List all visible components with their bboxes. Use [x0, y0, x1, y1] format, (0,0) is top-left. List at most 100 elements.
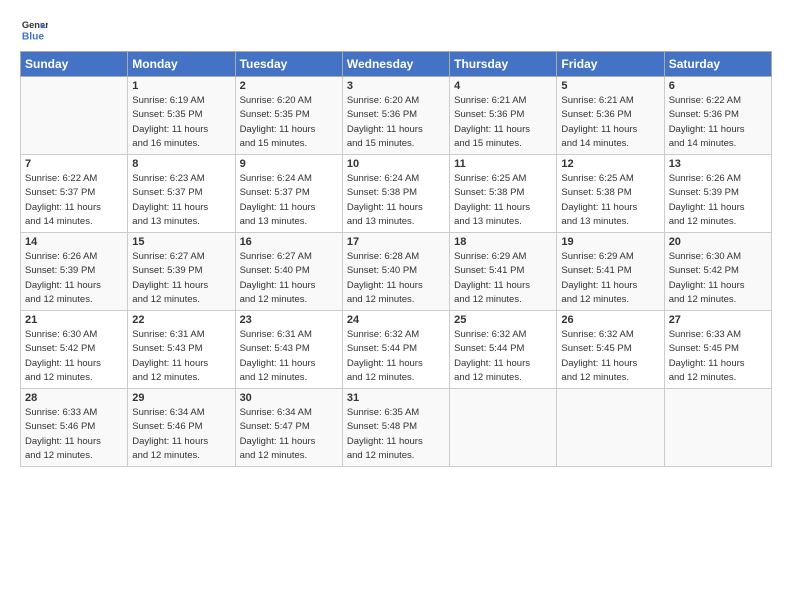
day-info: Sunrise: 6:24 AM Sunset: 5:38 PM Dayligh… — [347, 172, 445, 229]
day-number: 13 — [669, 158, 767, 170]
day-info: Sunrise: 6:23 AM Sunset: 5:37 PM Dayligh… — [132, 172, 230, 229]
header: General Blue — [20, 15, 772, 43]
day-number: 7 — [25, 158, 123, 170]
calendar-cell — [557, 389, 664, 467]
calendar-cell: 21 Sunrise: 6:30 AM Sunset: 5:42 PM Dayli… — [21, 311, 128, 389]
calendar-cell — [664, 389, 771, 467]
day-number: 24 — [347, 314, 445, 326]
day-header: Sunday — [21, 52, 128, 77]
day-info: Sunrise: 6:20 AM Sunset: 5:35 PM Dayligh… — [240, 94, 338, 151]
day-number: 9 — [240, 158, 338, 170]
page: General Blue SundayMondayTuesdayWednesda… — [0, 0, 792, 612]
day-info: Sunrise: 6:20 AM Sunset: 5:36 PM Dayligh… — [347, 94, 445, 151]
day-info: Sunrise: 6:22 AM Sunset: 5:36 PM Dayligh… — [669, 94, 767, 151]
day-number: 26 — [561, 314, 659, 326]
day-header: Wednesday — [342, 52, 449, 77]
day-number: 22 — [132, 314, 230, 326]
calendar-week-row: 7 Sunrise: 6:22 AM Sunset: 5:37 PM Daylig… — [21, 155, 772, 233]
day-info: Sunrise: 6:34 AM Sunset: 5:47 PM Dayligh… — [240, 406, 338, 463]
calendar-cell — [21, 77, 128, 155]
day-info: Sunrise: 6:30 AM Sunset: 5:42 PM Dayligh… — [669, 250, 767, 307]
day-header: Saturday — [664, 52, 771, 77]
day-number: 18 — [454, 236, 552, 248]
logo: General Blue — [20, 15, 51, 43]
day-number: 30 — [240, 392, 338, 404]
calendar-table: SundayMondayTuesdayWednesdayThursdayFrid… — [20, 51, 772, 467]
calendar-cell: 27 Sunrise: 6:33 AM Sunset: 5:45 PM Dayli… — [664, 311, 771, 389]
calendar-cell: 18Sunrise: 6:29 AM Sunset: 5:41 PM Dayli… — [450, 233, 557, 311]
day-info: Sunrise: 6:30 AM Sunset: 5:42 PM Dayligh… — [25, 328, 123, 385]
day-number: 31 — [347, 392, 445, 404]
calendar-cell: 16Sunrise: 6:27 AM Sunset: 5:40 PM Dayli… — [235, 233, 342, 311]
day-number: 21 — [25, 314, 123, 326]
day-info: Sunrise: 6:33 AM Sunset: 5:46 PM Dayligh… — [25, 406, 123, 463]
calendar-cell: 22 Sunrise: 6:31 AM Sunset: 5:43 PM Dayli… — [128, 311, 235, 389]
day-header: Monday — [128, 52, 235, 77]
calendar-week-row: 1 Sunrise: 6:19 AM Sunset: 5:35 PM Daylig… — [21, 77, 772, 155]
day-number: 19 — [561, 236, 659, 248]
day-info: Sunrise: 6:21 AM Sunset: 5:36 PM Dayligh… — [454, 94, 552, 151]
day-number: 12 — [561, 158, 659, 170]
svg-text:Blue: Blue — [22, 31, 45, 42]
day-number: 8 — [132, 158, 230, 170]
day-info: Sunrise: 6:28 AM Sunset: 5:40 PM Dayligh… — [347, 250, 445, 307]
day-info: Sunrise: 6:21 AM Sunset: 5:36 PM Dayligh… — [561, 94, 659, 151]
calendar-cell: 8 Sunrise: 6:23 AM Sunset: 5:37 PM Daylig… — [128, 155, 235, 233]
calendar-cell: 9 Sunrise: 6:24 AM Sunset: 5:37 PM Daylig… — [235, 155, 342, 233]
calendar-cell: 25 Sunrise: 6:32 AM Sunset: 5:44 PM Dayli… — [450, 311, 557, 389]
day-info: Sunrise: 6:26 AM Sunset: 5:39 PM Dayligh… — [25, 250, 123, 307]
day-info: Sunrise: 6:32 AM Sunset: 5:44 PM Dayligh… — [454, 328, 552, 385]
day-number: 10 — [347, 158, 445, 170]
day-number: 6 — [669, 80, 767, 92]
day-number: 20 — [669, 236, 767, 248]
logo-icon: General Blue — [20, 15, 48, 43]
day-info: Sunrise: 6:31 AM Sunset: 5:43 PM Dayligh… — [132, 328, 230, 385]
calendar-week-row: 14Sunrise: 6:26 AM Sunset: 5:39 PM Dayli… — [21, 233, 772, 311]
calendar-cell: 6 Sunrise: 6:22 AM Sunset: 5:36 PM Daylig… — [664, 77, 771, 155]
calendar-cell: 24 Sunrise: 6:32 AM Sunset: 5:44 PM Dayli… — [342, 311, 449, 389]
calendar-cell: 31 Sunrise: 6:35 AM Sunset: 5:48 PM Dayli… — [342, 389, 449, 467]
day-info: Sunrise: 6:22 AM Sunset: 5:37 PM Dayligh… — [25, 172, 123, 229]
calendar-cell: 13 Sunrise: 6:26 AM Sunset: 5:39 PM Dayli… — [664, 155, 771, 233]
svg-text:General: General — [22, 20, 48, 30]
day-info: Sunrise: 6:29 AM Sunset: 5:41 PM Dayligh… — [561, 250, 659, 307]
day-number: 5 — [561, 80, 659, 92]
day-header: Friday — [557, 52, 664, 77]
day-info: Sunrise: 6:33 AM Sunset: 5:45 PM Dayligh… — [669, 328, 767, 385]
calendar-cell: 12 Sunrise: 6:25 AM Sunset: 5:38 PM Dayli… — [557, 155, 664, 233]
calendar-week-row: 21 Sunrise: 6:30 AM Sunset: 5:42 PM Dayli… — [21, 311, 772, 389]
day-header: Tuesday — [235, 52, 342, 77]
calendar-cell: 1 Sunrise: 6:19 AM Sunset: 5:35 PM Daylig… — [128, 77, 235, 155]
calendar-cell: 7 Sunrise: 6:22 AM Sunset: 5:37 PM Daylig… — [21, 155, 128, 233]
day-info: Sunrise: 6:35 AM Sunset: 5:48 PM Dayligh… — [347, 406, 445, 463]
calendar-cell: 3Sunrise: 6:20 AM Sunset: 5:36 PM Daylig… — [342, 77, 449, 155]
day-number: 28 — [25, 392, 123, 404]
day-number: 1 — [132, 80, 230, 92]
calendar-cell: 17 Sunrise: 6:28 AM Sunset: 5:40 PM Dayli… — [342, 233, 449, 311]
calendar-week-row: 28 Sunrise: 6:33 AM Sunset: 5:46 PM Dayli… — [21, 389, 772, 467]
calendar-cell: 5 Sunrise: 6:21 AM Sunset: 5:36 PM Daylig… — [557, 77, 664, 155]
day-info: Sunrise: 6:26 AM Sunset: 5:39 PM Dayligh… — [669, 172, 767, 229]
day-number: 17 — [347, 236, 445, 248]
day-number: 2 — [240, 80, 338, 92]
day-number: 11 — [454, 158, 552, 170]
day-info: Sunrise: 6:24 AM Sunset: 5:37 PM Dayligh… — [240, 172, 338, 229]
day-number: 15 — [132, 236, 230, 248]
calendar-cell: 19 Sunrise: 6:29 AM Sunset: 5:41 PM Dayli… — [557, 233, 664, 311]
day-info: Sunrise: 6:27 AM Sunset: 5:39 PM Dayligh… — [132, 250, 230, 307]
calendar-cell: 15 Sunrise: 6:27 AM Sunset: 5:39 PM Dayli… — [128, 233, 235, 311]
day-number: 27 — [669, 314, 767, 326]
calendar-cell: 2 Sunrise: 6:20 AM Sunset: 5:35 PM Daylig… — [235, 77, 342, 155]
calendar-cell: 30 Sunrise: 6:34 AM Sunset: 5:47 PM Dayli… — [235, 389, 342, 467]
day-info: Sunrise: 6:19 AM Sunset: 5:35 PM Dayligh… — [132, 94, 230, 151]
calendar-cell — [450, 389, 557, 467]
calendar-cell: 29Sunrise: 6:34 AM Sunset: 5:46 PM Dayli… — [128, 389, 235, 467]
calendar-cell: 4Sunrise: 6:21 AM Sunset: 5:36 PM Daylig… — [450, 77, 557, 155]
calendar-cell: 20 Sunrise: 6:30 AM Sunset: 5:42 PM Dayli… — [664, 233, 771, 311]
day-info: Sunrise: 6:25 AM Sunset: 5:38 PM Dayligh… — [561, 172, 659, 229]
day-info: Sunrise: 6:31 AM Sunset: 5:43 PM Dayligh… — [240, 328, 338, 385]
calendar-cell: 28 Sunrise: 6:33 AM Sunset: 5:46 PM Dayli… — [21, 389, 128, 467]
calendar-cell: 10 Sunrise: 6:24 AM Sunset: 5:38 PM Dayli… — [342, 155, 449, 233]
day-number: 25 — [454, 314, 552, 326]
day-info: Sunrise: 6:32 AM Sunset: 5:44 PM Dayligh… — [347, 328, 445, 385]
